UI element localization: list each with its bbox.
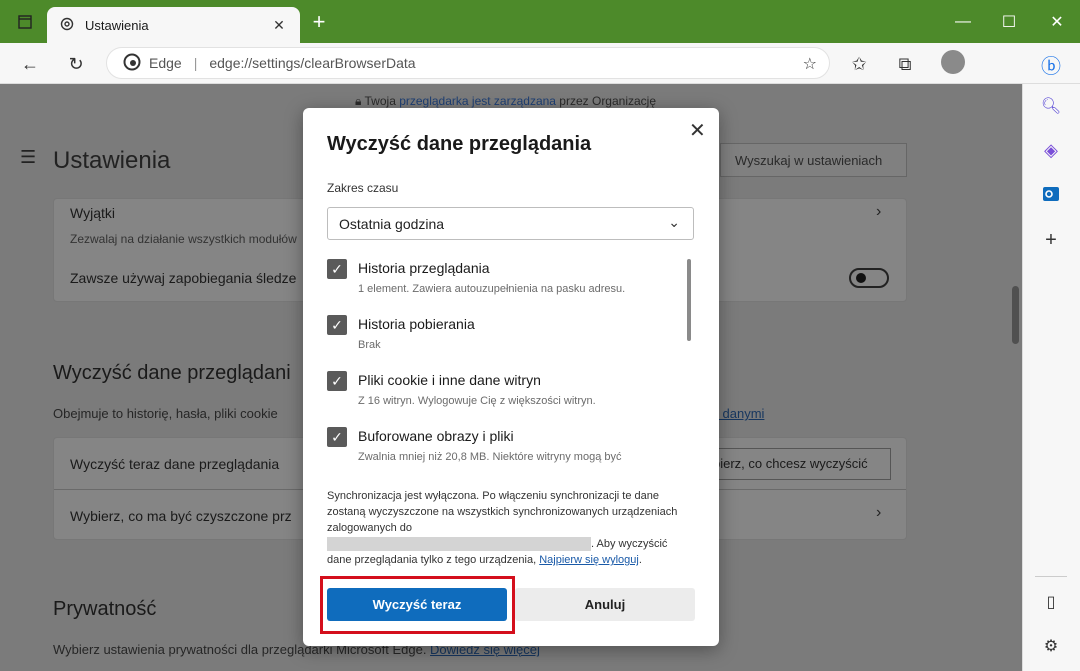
back-icon[interactable]: ← — [15, 49, 45, 79]
close-icon[interactable]: ✕ — [689, 118, 706, 143]
collections-icon[interactable]: ⧉ — [890, 49, 920, 79]
cancel-button[interactable]: Anuluj — [515, 588, 695, 621]
minimize-button[interactable]: — — [940, 0, 986, 43]
always-tracking-label: Zawsze używaj zapobiegania śledze — [70, 270, 297, 286]
hide-sidebar-icon[interactable]: ▯ — [1037, 588, 1065, 616]
copilot-icon[interactable]: ⓑ — [1036, 49, 1066, 79]
lock-icon: 🔒︎ — [355, 94, 365, 108]
choose-on-close-row[interactable]: Wybierz, co ma być czyszczone prz — [70, 508, 292, 524]
outlook-icon[interactable] — [1037, 180, 1065, 208]
clear-section-title: Wyczyść dane przeglądani — [53, 362, 291, 384]
edge-sidebar: 🔍︎ ◈ + ▯ ⚙ — [1022, 84, 1080, 671]
tab-close-icon[interactable]: ✕ — [268, 17, 290, 34]
checkbox-checked-icon[interactable]: ✓ — [327, 427, 347, 447]
checkbox-checked-icon[interactable]: ✓ — [327, 315, 347, 335]
choose-what-to-clear-button[interactable]: bierz, co chcesz wyczyścić — [704, 448, 891, 480]
exceptions-title[interactable]: Wyjątki — [70, 205, 115, 221]
option-title: Historia pobierania — [358, 316, 475, 332]
privacy-title: Prywatność — [53, 598, 157, 620]
option-title: Historia przeglądania — [358, 260, 490, 276]
managed-notice: 🔒︎ Twoja przeglądarka jest zarządzana pr… — [355, 94, 657, 108]
url-text: edge://settings/clearBrowserData — [209, 55, 416, 71]
sync-notice: Synchronizacja jest wyłączona. Po włącze… — [327, 490, 678, 566]
menu-icon[interactable]: ☰ — [20, 147, 36, 168]
gear-icon[interactable]: ⚙ — [1037, 632, 1065, 660]
settings-search-input[interactable]: Wyszukaj w ustawieniach — [720, 143, 907, 177]
tab-title: Ustawienia — [85, 17, 149, 33]
search-icon[interactable]: 🔍︎ — [1037, 92, 1065, 120]
edge-logo-icon — [123, 53, 141, 74]
option-title: Buforowane obrazy i pliki — [358, 428, 514, 444]
exceptions-sub: Zezwalaj na działanie wszystkich modułów — [70, 232, 297, 246]
checkbox-checked-icon[interactable]: ✓ — [327, 259, 347, 279]
page-title: Ustawienia — [53, 147, 171, 174]
fade-overlay — [303, 460, 719, 472]
refresh-icon[interactable]: ↻ — [61, 49, 91, 79]
chevron-right-icon[interactable]: › — [876, 203, 881, 221]
title-bar: Ustawienia ✕ + — ☐ ✕ — [0, 0, 1080, 43]
maximize-button[interactable]: ☐ — [986, 0, 1032, 43]
close-window-button[interactable]: ✕ — [1034, 0, 1080, 43]
options-scrollbar[interactable] — [687, 259, 691, 341]
gear-icon — [59, 16, 75, 35]
divider — [1035, 576, 1067, 577]
new-tab-button[interactable]: + — [296, 0, 342, 43]
favorite-star-icon[interactable]: ☆ — [803, 54, 817, 74]
copilot-shapes-icon[interactable]: ◈ — [1037, 136, 1065, 164]
option-desc: Z 16 witryn. Wylogowuje Cię z większości… — [358, 395, 596, 407]
checkbox-checked-icon[interactable]: ✓ — [327, 371, 347, 391]
site-label: Edge — [149, 55, 182, 71]
address-bar[interactable]: Edge | edge://settings/clearBrowserData … — [106, 47, 830, 79]
option-desc: 1 element. Zawiera autouzupełnienia na p… — [358, 283, 626, 295]
redacted-account — [327, 537, 591, 552]
tracking-toggle[interactable] — [849, 268, 889, 288]
time-range-label: Zakres czasu — [327, 181, 399, 195]
browser-toolbar: ← ↻ Edge | edge://settings/clearBrowserD… — [0, 43, 1080, 84]
chevron-down-icon: ⌄ — [668, 214, 680, 230]
option-desc: Brak — [358, 339, 381, 351]
highlight-box — [320, 576, 515, 634]
chevron-right-icon[interactable]: › — [876, 504, 881, 522]
favorites-icon[interactable]: ✩ — [844, 49, 874, 79]
page-scrollbar[interactable] — [1012, 286, 1019, 344]
tab-settings[interactable]: Ustawienia ✕ — [47, 7, 300, 43]
tab-actions-icon[interactable] — [2, 0, 48, 43]
sign-out-link[interactable]: Najpierw się wyloguj — [539, 554, 639, 566]
clear-section-link[interactable]: i danymi — [716, 406, 764, 421]
time-range-select[interactable]: Ostatnia godzina ⌄ — [327, 207, 694, 240]
clear-section-desc: Obejmuje to historię, hasła, pliki cooki… — [53, 406, 278, 421]
clear-data-dialog: ✕ Wyczyść dane przeglądania Zakres czasu… — [303, 108, 719, 646]
option-title: Pliki cookie i inne dane witryn — [358, 372, 541, 388]
add-icon[interactable]: + — [1037, 226, 1065, 254]
time-range-value: Ostatnia godzina — [339, 216, 445, 232]
url-separator: | — [193, 55, 198, 71]
avatar[interactable] — [941, 50, 965, 74]
clear-now-row: Wyczyść teraz dane przeglądania — [70, 456, 280, 472]
dialog-title: Wyczyść dane przeglądania — [327, 133, 592, 155]
managed-link[interactable]: przeglądarka jest zarządzana — [399, 94, 556, 108]
